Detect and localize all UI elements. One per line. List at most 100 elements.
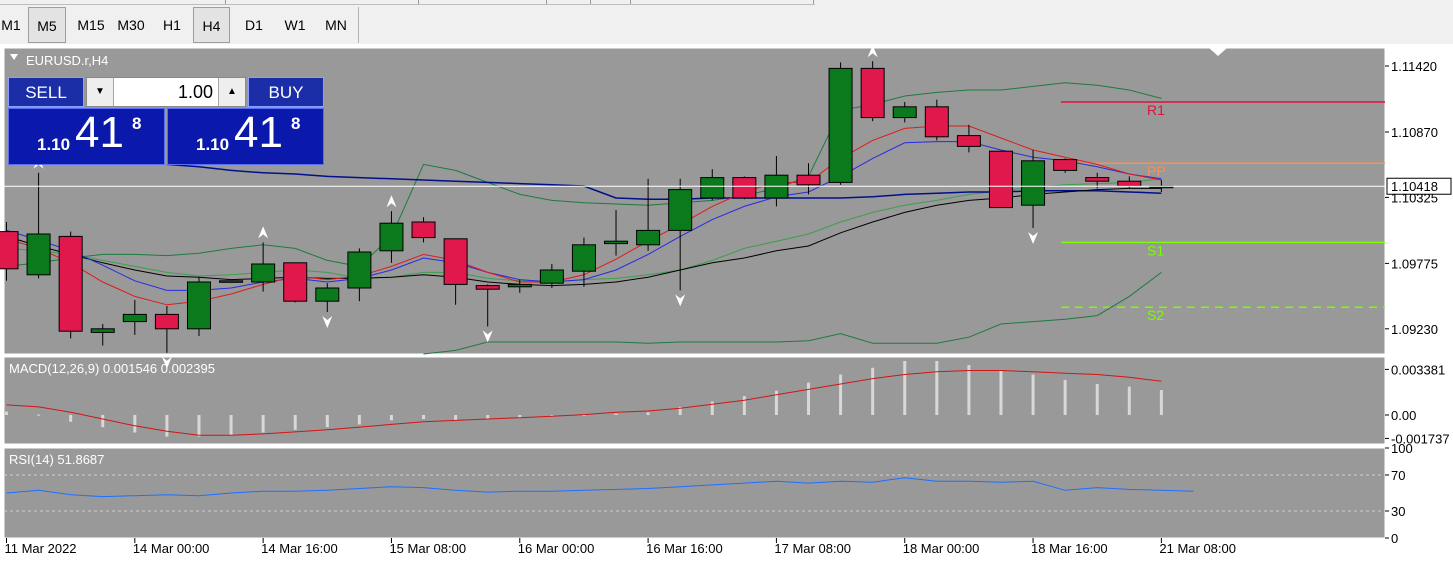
macd-histogram-bar — [69, 415, 73, 422]
tf-button-w1[interactable]: W1 — [276, 7, 314, 43]
candle — [860, 67, 885, 119]
macd-histogram-bar — [646, 412, 650, 415]
candle — [1021, 160, 1046, 206]
triangle-down-icon: ▼ — [95, 86, 105, 97]
macd-histogram-bar — [197, 415, 201, 437]
candle — [58, 235, 83, 332]
current-price-label: 1.10418 — [1391, 179, 1438, 194]
one-click-trading-panel: SELL ▼ ▲ BUY 1.10 41 8 1.10 41 8 — [8, 77, 324, 165]
tf-button-h1[interactable]: H1 — [154, 7, 190, 43]
candle — [571, 244, 596, 272]
buy-price-button[interactable]: 1.10 41 8 — [167, 108, 324, 165]
buy-price-pips: 41 — [234, 108, 283, 157]
candle — [122, 313, 147, 323]
time-axis-label: 18 Mar 00:00 — [903, 541, 980, 556]
macd-histogram-bar — [999, 370, 1003, 415]
tf-button-mn[interactable]: MN — [316, 7, 356, 43]
buy-price-prefix: 1.10 — [196, 135, 230, 154]
price-axis-label: 1.11420 — [1391, 59, 1437, 74]
rsi-axis-label: 0 — [1391, 531, 1398, 546]
macd-histogram-bar — [742, 396, 746, 415]
macd-histogram-bar — [133, 415, 137, 433]
macd-histogram-bar — [325, 415, 329, 428]
candle — [1085, 177, 1110, 182]
time-axis-label: 16 Mar 00:00 — [518, 541, 595, 556]
time-axis-label: 17 Mar 08:00 — [774, 541, 851, 556]
time-axis-label: 11 Mar 2022 — [5, 541, 77, 556]
candle — [636, 229, 661, 246]
macd-histogram-bar — [293, 415, 297, 430]
pivot-label-s1: S1 — [1147, 242, 1164, 258]
tf-button-d1[interactable]: D1 — [235, 7, 273, 43]
candle — [604, 240, 629, 245]
macd-histogram-bar — [165, 415, 169, 437]
macd-histogram-bar — [101, 415, 105, 428]
pivot-label-r1: R1 — [1147, 102, 1165, 118]
candle — [668, 189, 693, 231]
candle — [1053, 159, 1078, 171]
time-axis-label: 14 Mar 00:00 — [133, 541, 210, 556]
rsi-panel — [4, 448, 1385, 538]
buy-button[interactable]: BUY — [248, 77, 324, 107]
time-axis-label: 21 Mar 08:00 — [1159, 541, 1236, 556]
macd-histogram-bar — [422, 415, 426, 420]
lot-size-stepper[interactable]: ▼ ▲ — [86, 77, 246, 107]
candle — [26, 233, 51, 276]
toolbar-separator — [358, 7, 359, 43]
candle — [1117, 180, 1142, 187]
macd-histogram-bar — [1095, 383, 1099, 415]
macd-histogram-bar — [871, 367, 875, 415]
timeframe-toolbar: M1 M5 M15 M30 H1 H4 D1 W1 MN — [0, 0, 1453, 44]
tf-button-h4[interactable]: H4 — [193, 7, 230, 43]
macd-histogram-bar — [935, 361, 939, 415]
lot-increase-button[interactable]: ▲ — [218, 78, 245, 106]
macd-histogram-bar — [1159, 390, 1163, 415]
candle — [924, 106, 949, 138]
macd-histogram-bar — [1127, 386, 1131, 415]
sell-price-pips: 41 — [75, 108, 124, 157]
time-axis-label: 18 Mar 16:00 — [1031, 541, 1108, 556]
macd-histogram-bar — [357, 415, 361, 425]
buy-price-fraction: 8 — [291, 114, 301, 133]
sell-button[interactable]: SELL — [8, 77, 84, 107]
price-axis-label: 1.09775 — [1391, 256, 1438, 271]
candle — [796, 174, 821, 186]
candle — [219, 280, 244, 283]
candle — [956, 135, 981, 147]
macd-histogram-bar — [903, 361, 907, 415]
macd-histogram-bar — [839, 374, 843, 415]
tf-button-m5[interactable]: M5 — [28, 7, 66, 43]
candle — [539, 269, 564, 284]
macd-histogram-bar — [389, 415, 393, 421]
lot-decrease-button[interactable]: ▼ — [87, 78, 114, 106]
sell-price-button[interactable]: 1.10 41 8 — [8, 108, 165, 165]
macd-histogram-bar — [1031, 374, 1035, 415]
macd-histogram-bar — [807, 382, 810, 415]
rsi-axis-label: 70 — [1391, 468, 1405, 483]
candle — [507, 283, 532, 288]
candle — [828, 67, 853, 183]
candle — [154, 313, 179, 330]
price-axis-label: 1.09230 — [1391, 322, 1438, 337]
candle — [315, 287, 340, 302]
rsi-axis-label: 30 — [1391, 504, 1405, 519]
macd-histogram-bar — [261, 415, 265, 433]
candle — [90, 328, 115, 333]
tf-button-m15[interactable]: M15 — [72, 7, 110, 43]
macd-histogram-bar — [710, 401, 714, 415]
candle — [379, 222, 404, 252]
triangle-up-icon: ▲ — [227, 86, 237, 97]
time-axis-label: 14 Mar 16:00 — [261, 541, 338, 556]
lot-size-input[interactable] — [117, 78, 213, 106]
macd-histogram-bar — [229, 415, 233, 436]
macd-histogram-bar — [967, 365, 971, 415]
macd-histogram-bar — [37, 414, 41, 416]
candle — [251, 263, 276, 283]
tf-button-m30[interactable]: M30 — [112, 7, 150, 43]
tf-button-m1[interactable]: M1 — [0, 7, 22, 43]
candle — [443, 238, 468, 285]
candle — [700, 177, 725, 199]
time-axis-label: 15 Mar 08:00 — [389, 541, 466, 556]
pivot-label-s2: S2 — [1147, 307, 1164, 323]
candle — [892, 106, 917, 119]
